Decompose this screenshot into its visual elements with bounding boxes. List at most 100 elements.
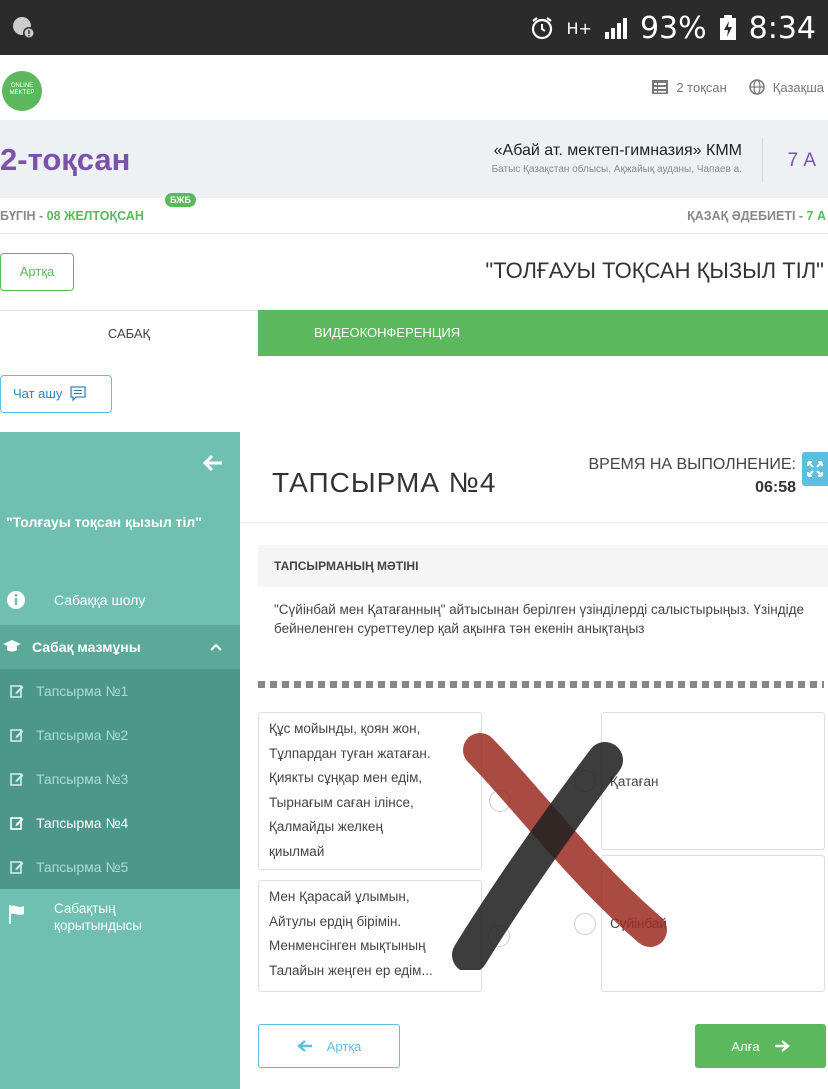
tab-videoconference[interactable]: ВИДЕОКОНФЕРЕНЦИЯ [258, 310, 828, 356]
today-prefix: БҮГІН - [0, 209, 47, 223]
language-selector[interactable]: Қазақша [749, 79, 824, 95]
edit-icon [10, 685, 24, 698]
quote-card-2[interactable]: Мен Қарасай ұлымын, Айтулы ердің бірімін.… [258, 880, 482, 992]
school-name: «Абай ат. мектеп-гимназия» КММ [493, 142, 742, 159]
back-button-top[interactable]: Артқа [0, 253, 74, 291]
class-name: 7 А [787, 150, 816, 171]
quote-line: Мен Қарасай ұлымын, [269, 889, 410, 904]
expand-icon [807, 461, 823, 477]
sidebar-task-item[interactable]: Тапсырма №2 [0, 713, 240, 757]
quarter-link[interactable]: 2 тоқсан [652, 79, 727, 95]
sidebar-task-label: Тапсырма №3 [36, 771, 129, 787]
battery-charging-icon [719, 15, 736, 40]
answer-label: Сүйінбай [610, 916, 667, 931]
task-title: ТАПСЫРМА №4 [272, 467, 497, 498]
edit-icon [10, 773, 24, 786]
sidebar-item-overview[interactable]: Сабаққа шолу [0, 578, 240, 622]
divider [762, 138, 763, 182]
quote-line: Тұлпардан туған жатаған. [269, 745, 431, 761]
match-radio-right-1[interactable] [574, 770, 596, 792]
fullscreen-button[interactable] [802, 452, 828, 486]
edit-icon [10, 729, 24, 742]
match-radio-left-2[interactable] [488, 925, 510, 947]
sidebar-task-item[interactable]: Тапсырма №5 [0, 845, 240, 889]
chat-button-label: Чат ашу [13, 386, 63, 401]
chat-icon [70, 386, 86, 402]
summary-label-2: қорытындысы [54, 918, 143, 933]
quote-line: Менменсінген мықтының [269, 938, 426, 953]
sidebar-lesson-title: "Толғауы тоқсан қызыл тіл" [6, 514, 202, 530]
subject-name: ҚАЗАҚ ӘДЕБИЕТІ - [687, 209, 807, 223]
arrow-left-icon[interactable] [202, 452, 224, 474]
next-button[interactable]: Алға [695, 1024, 826, 1068]
divider [240, 522, 828, 523]
signal-icon [604, 18, 627, 39]
quote-line: Тырнағым саған ілінсе, [269, 794, 414, 810]
task-text: "Сүйінбай мен Қатағанның" айтысынан бері… [274, 602, 804, 636]
sidebar-task-item[interactable]: Тапсырма №1 [0, 669, 240, 713]
edit-icon [10, 861, 24, 874]
incognito-icon [13, 17, 35, 39]
info-icon [7, 591, 25, 609]
previous-button[interactable]: Артқа [258, 1024, 400, 1068]
sidebar-task-label: Тапсырма №4 [36, 815, 129, 831]
answer-card-1[interactable]: Қатаған [601, 712, 825, 850]
tab-lesson[interactable]: САБАҚ [0, 310, 258, 356]
previous-button-label: Артқа [326, 1038, 362, 1054]
sidebar-item-summary[interactable]: Сабақтың қорытындысы [0, 890, 240, 950]
quarter-title: 2-тоқсан [0, 142, 131, 177]
edit-icon [10, 817, 24, 830]
school-address: Батыс Қазақстан облысы, Ақжайық ауданы, … [491, 164, 742, 175]
arrow-right-icon [774, 1040, 790, 1052]
quarter-link-label: 2 тоқсан [676, 79, 727, 95]
quote-line: Талайын жеңген ер едім... [269, 962, 433, 978]
quote-card-1[interactable]: Құс мойынды, қоян жон, Тұлпардан туған жа… [258, 712, 482, 870]
globe-icon [749, 79, 765, 95]
subject-class: 7 А [806, 209, 826, 223]
sidebar-item-label: Сабақ мазмұны [32, 639, 141, 655]
sidebar-task-label: Тапсырма №1 [36, 683, 129, 699]
lesson-title: "ТОЛҒАУЫ ТОҚСАН ҚЫЗЫЛ ТІЛ" [485, 258, 824, 283]
sidebar-task-item[interactable]: Тапсырма №3 [0, 757, 240, 801]
quote-line: Айтулы ердің бірімін. [269, 913, 402, 929]
open-chat-button[interactable]: Чат ашу [0, 375, 112, 413]
next-button-label: Алға [731, 1038, 760, 1054]
timer-label: ВРЕМЯ НА ВЫПОЛНЕНИЕ: [588, 456, 796, 473]
sidebar-task-item[interactable]: Тапсырма №4 [0, 801, 240, 845]
logo-text: ONLINE MEKTEP [9, 83, 35, 96]
divider [258, 681, 824, 688]
match-radio-left-1[interactable] [489, 790, 511, 812]
match-radio-right-2[interactable] [574, 913, 596, 935]
network-type: H+ [566, 18, 592, 38]
sidebar-task-label: Тапсырма №2 [36, 727, 129, 743]
school-info: «Абай ат. мектеп-гимназия» КММ Батыс Қаз… [492, 142, 742, 175]
battery-percent: 93% [639, 10, 707, 46]
status-bar: H+ 93% 8:34 [0, 0, 828, 55]
flag-icon [9, 905, 24, 924]
answer-card-2[interactable]: Сүйінбай [601, 855, 825, 992]
graduation-cap-icon [3, 640, 21, 652]
quote-line: Құс мойынды, қоян жон, [269, 721, 421, 736]
quote-line: Қалмайды желкең [269, 819, 383, 834]
timer-value: 06:58 [755, 479, 796, 496]
bjb-badge: БЖБ [165, 193, 196, 207]
clock: 8:34 [748, 10, 816, 46]
sidebar-item-label: Сабаққа шолу [54, 592, 146, 608]
alarm-icon [531, 17, 552, 40]
answer-label: Қатаған [610, 773, 659, 789]
today-date: БҮГІН - 08 ЖЕЛТОҚСАН [0, 209, 144, 223]
task-text-heading: ТАПСЫРМАНЫҢ МӘТІНІ [258, 545, 828, 587]
chevron-up-icon [210, 643, 222, 651]
today-value: 08 ЖЕЛТОҚСАН [46, 209, 144, 223]
list-icon [652, 80, 669, 94]
sidebar-task-label: Тапсырма №5 [36, 859, 129, 875]
subject-info: ҚАЗАҚ ӘДЕБИЕТІ - 7 А [687, 209, 826, 223]
app-header: ONLINE MEKTEP 2 тоқсан Қазақша [0, 55, 828, 120]
sidebar-item-content[interactable]: Сабақ мазмұны [0, 625, 240, 669]
language-label: Қазақша [772, 79, 824, 95]
arrow-left-icon [296, 1040, 312, 1052]
quote-line: қиылмай [269, 843, 325, 859]
quote-line: Қиякты сұңқар мен едім, [269, 770, 423, 785]
online-mektep-logo[interactable]: ONLINE MEKTEP [2, 71, 42, 111]
summary-label-1: Сабақтың [54, 901, 116, 916]
